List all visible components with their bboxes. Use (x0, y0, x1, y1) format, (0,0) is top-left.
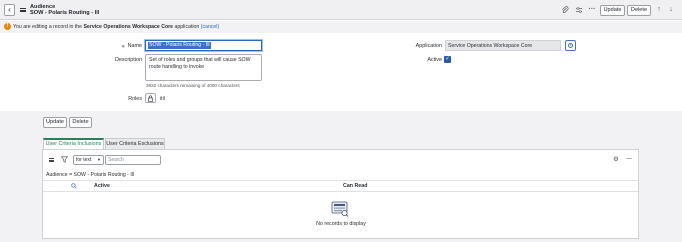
header-delete-button[interactable]: Delete (627, 5, 651, 16)
banner-suffix: application (173, 24, 201, 30)
application-info-button[interactable]: i (565, 40, 576, 51)
lock-icon[interactable] (145, 93, 156, 103)
breadcrumb[interactable]: Audience = SOW - Polaris Routing - Ill (46, 172, 134, 178)
chevron-left-icon: ‹ (8, 5, 11, 14)
active-label: Active (427, 57, 442, 63)
attachment-icon[interactable] (561, 6, 569, 14)
warning-icon: ! (4, 23, 11, 30)
filter-icon[interactable] (60, 156, 69, 163)
tab-user-criteria-exclusions[interactable]: User Criteria Exclusions (105, 138, 165, 149)
application-field: Service Operations Workspace Core (445, 40, 561, 51)
cancel-link[interactable]: (cancel) (201, 24, 219, 30)
delete-button[interactable]: Delete (69, 117, 92, 128)
no-records-icon (331, 201, 349, 217)
page-title-record: SOW - Polaris Routing - Ill (30, 10, 100, 16)
previous-record-icon[interactable]: ↑ (655, 6, 663, 14)
context-menu-icon[interactable] (20, 8, 26, 12)
tab-user-criteria-inclusions[interactable]: User Criteria Inclusions (43, 138, 104, 149)
back-button[interactable]: ‹ (4, 4, 15, 16)
list-menu-icon[interactable] (49, 158, 54, 162)
banner-prefix: You are editing a record in the (13, 24, 84, 30)
column-header-row (43, 180, 638, 192)
search-field-select-value: for text (76, 157, 92, 163)
column-active[interactable]: Active (94, 183, 110, 189)
description-label: Description (115, 57, 142, 63)
banner-app-name: Service Operations Workspace Core (83, 24, 174, 30)
description-field[interactable]: Set of roles and groups that will cause … (145, 54, 262, 81)
header-update-button[interactable]: Update (600, 5, 625, 16)
name-field-value: SOW - Polaris Routing - Ill (148, 42, 211, 49)
empty-state-message: No records to display (316, 221, 366, 227)
more-icon[interactable]: ··· (588, 6, 596, 14)
info-icon: i (568, 43, 573, 48)
application-label: Application (415, 43, 442, 49)
character-counter: 3932 characters remaining of 4000 charac… (146, 83, 240, 88)
banner-message: You are editing a record in the Service … (13, 24, 219, 30)
gear-icon[interactable]: ⚙ (613, 156, 619, 163)
search-field-select[interactable]: for text ▼ (73, 155, 104, 165)
search-icon[interactable] (71, 183, 77, 191)
more-icon[interactable]: — (626, 156, 632, 162)
name-field[interactable]: SOW - Polaris Routing - Ill (145, 40, 262, 51)
roles-label: Roles (128, 96, 142, 102)
chevron-down-icon: ▼ (97, 157, 101, 162)
roles-value: itil (160, 96, 165, 102)
next-record-icon[interactable]: ↓ (667, 6, 675, 14)
sliders-icon[interactable] (575, 6, 583, 14)
update-button[interactable]: Update (43, 117, 67, 128)
search-input[interactable]: Search (105, 155, 161, 165)
page-title: Audience SOW - Polaris Routing - Ill (30, 4, 99, 16)
column-can-read[interactable]: Can Read (343, 183, 367, 189)
active-checkbox[interactable]: ✓ (444, 56, 451, 63)
name-label: Name (127, 43, 142, 49)
